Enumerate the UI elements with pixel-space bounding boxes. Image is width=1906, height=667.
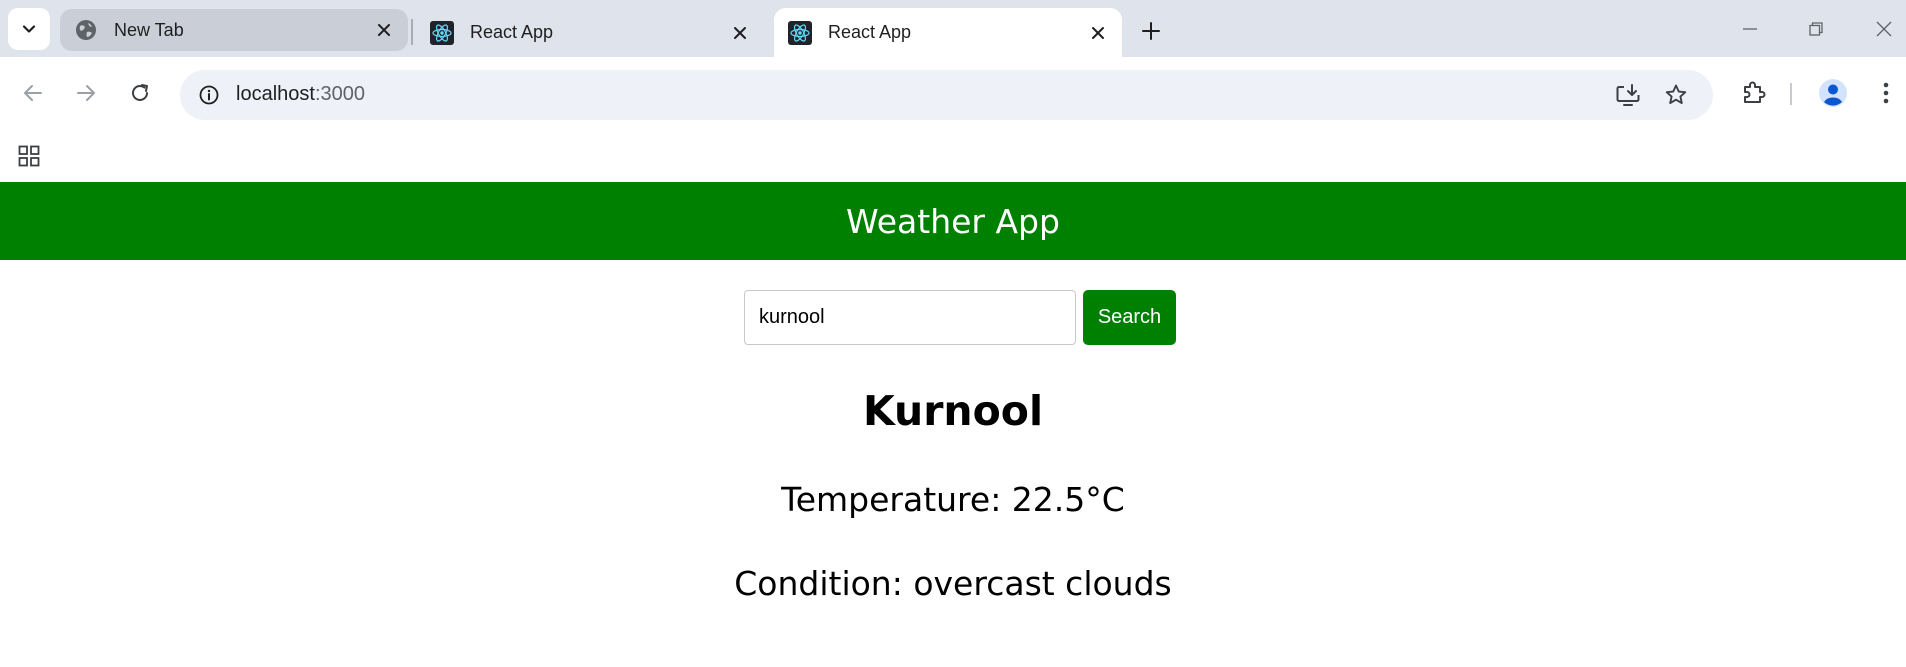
page-content: Weather App Search Kurnool Temperature: … [0, 182, 1906, 667]
tab-separator [411, 19, 413, 45]
new-tab-button[interactable] [1133, 13, 1169, 49]
tab-title: React App [828, 22, 912, 42]
apps-button[interactable] [12, 139, 46, 173]
search-button[interactable]: Search [1083, 290, 1176, 345]
tab-search-button[interactable] [8, 8, 50, 50]
city-search-input[interactable] [744, 290, 1076, 345]
puzzle-icon [1744, 81, 1766, 103]
tab-title: New Tab [114, 19, 184, 40]
tab-strip: New Tab React App React App [0, 0, 1906, 57]
close-icon[interactable] [1084, 19, 1112, 47]
close-icon[interactable] [726, 19, 754, 47]
bookmarks-bar [0, 131, 1906, 182]
app-title: Weather App [846, 201, 1060, 241]
tab-new-tab[interactable]: New Tab [60, 9, 408, 51]
restore-icon [1809, 22, 1823, 36]
react-icon [430, 20, 454, 45]
kebab-menu-icon [1883, 82, 1889, 104]
globe-icon [74, 18, 98, 42]
tab-title: React App [470, 22, 554, 42]
app-header: Weather App [0, 182, 1906, 260]
reload-button[interactable] [120, 73, 160, 113]
menu-button[interactable] [1866, 73, 1906, 113]
tab-react-app[interactable]: React App [416, 8, 764, 57]
close-icon [1876, 21, 1892, 37]
star-icon [1665, 84, 1687, 105]
apps-grid-icon [18, 145, 40, 167]
back-button[interactable] [13, 73, 53, 113]
avatar-icon [1819, 79, 1847, 107]
profile-button[interactable] [1813, 73, 1853, 113]
react-icon [788, 20, 812, 45]
search-form: Search [744, 290, 1176, 345]
city-name: Kurnool [862, 387, 1044, 435]
minimize-icon [1743, 28, 1757, 30]
plus-icon [1142, 22, 1160, 40]
tab-react-app-active[interactable]: React App [774, 8, 1122, 57]
restore-button[interactable] [1788, 8, 1844, 50]
address-bar[interactable]: localhost:3000 [180, 70, 1713, 120]
install-icon [1616, 84, 1640, 106]
extensions-button[interactable] [1733, 73, 1773, 113]
url-host: localhost [236, 83, 315, 105]
minimize-button[interactable] [1722, 8, 1778, 50]
reload-icon [132, 84, 148, 101]
install-app-button[interactable] [1609, 76, 1647, 114]
temperature-text: Temperature: 22.5°C [781, 480, 1125, 519]
forward-button[interactable] [66, 73, 106, 113]
url-port: :3000 [314, 83, 365, 105]
arrow-right-icon [77, 85, 95, 101]
toolbar-separator [1790, 83, 1792, 105]
arrow-left-icon [24, 85, 42, 101]
close-window-button[interactable] [1856, 8, 1906, 50]
condition-text: Condition: overcast clouds [734, 564, 1172, 603]
url-text: localhost:3000 [236, 83, 365, 106]
chevron-down-icon [22, 25, 36, 33]
browser-toolbar: localhost:3000 [0, 57, 1906, 131]
site-info-icon[interactable] [192, 78, 226, 112]
close-icon[interactable] [370, 16, 398, 44]
bookmark-star-button[interactable] [1657, 76, 1695, 114]
